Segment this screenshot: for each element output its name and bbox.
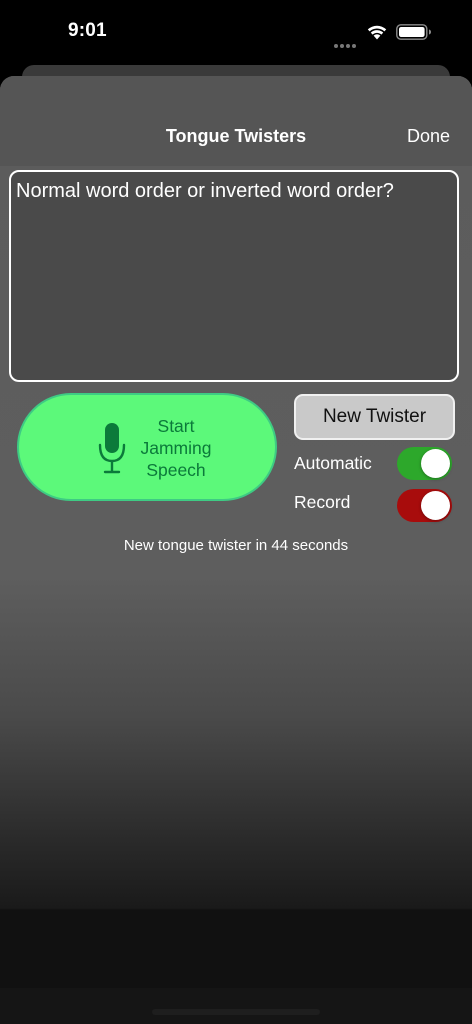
- automatic-toggle[interactable]: [397, 447, 452, 480]
- navigation-bar: Tongue Twisters Done: [0, 76, 472, 166]
- record-label: Record: [294, 492, 351, 512]
- twister-text-area[interactable]: Normal word order or inverted word order…: [9, 170, 459, 382]
- automatic-label: Automatic: [294, 453, 372, 473]
- page-title: Tongue Twisters: [165, 126, 307, 146]
- bottom-area: [0, 988, 472, 1024]
- new-twister-button[interactable]: New Twister: [294, 394, 455, 440]
- automatic-toggle-knob: [421, 449, 450, 478]
- mic-button-label: Start Jamming Speech: [131, 415, 221, 481]
- record-toggle[interactable]: [397, 489, 452, 522]
- screen: 9:01 Tongue Twisters Done Normal word or…: [0, 0, 472, 1024]
- microphone-icon: [98, 423, 126, 474]
- countdown-text: New tongue twister in 44 seconds: [123, 537, 349, 554]
- wifi-icon: [367, 25, 387, 40]
- modal-sheet: Tongue Twisters Done Normal word order o…: [0, 76, 472, 1024]
- start-jamming-speech-button[interactable]: Start Jamming Speech: [17, 393, 277, 501]
- status-time: 9:01: [68, 20, 107, 41]
- mic-label-line2: Jamming: [140, 438, 212, 458]
- mic-label-line3: Speech: [146, 460, 206, 480]
- done-button[interactable]: Done: [407, 126, 450, 147]
- home-indicator[interactable]: [152, 1009, 320, 1015]
- mic-label-line1: Start: [157, 416, 195, 436]
- status-bar: 9:01: [0, 0, 472, 64]
- record-toggle-knob: [421, 491, 450, 520]
- battery-icon: [396, 24, 431, 40]
- cellular-signal-icon: [334, 35, 358, 48]
